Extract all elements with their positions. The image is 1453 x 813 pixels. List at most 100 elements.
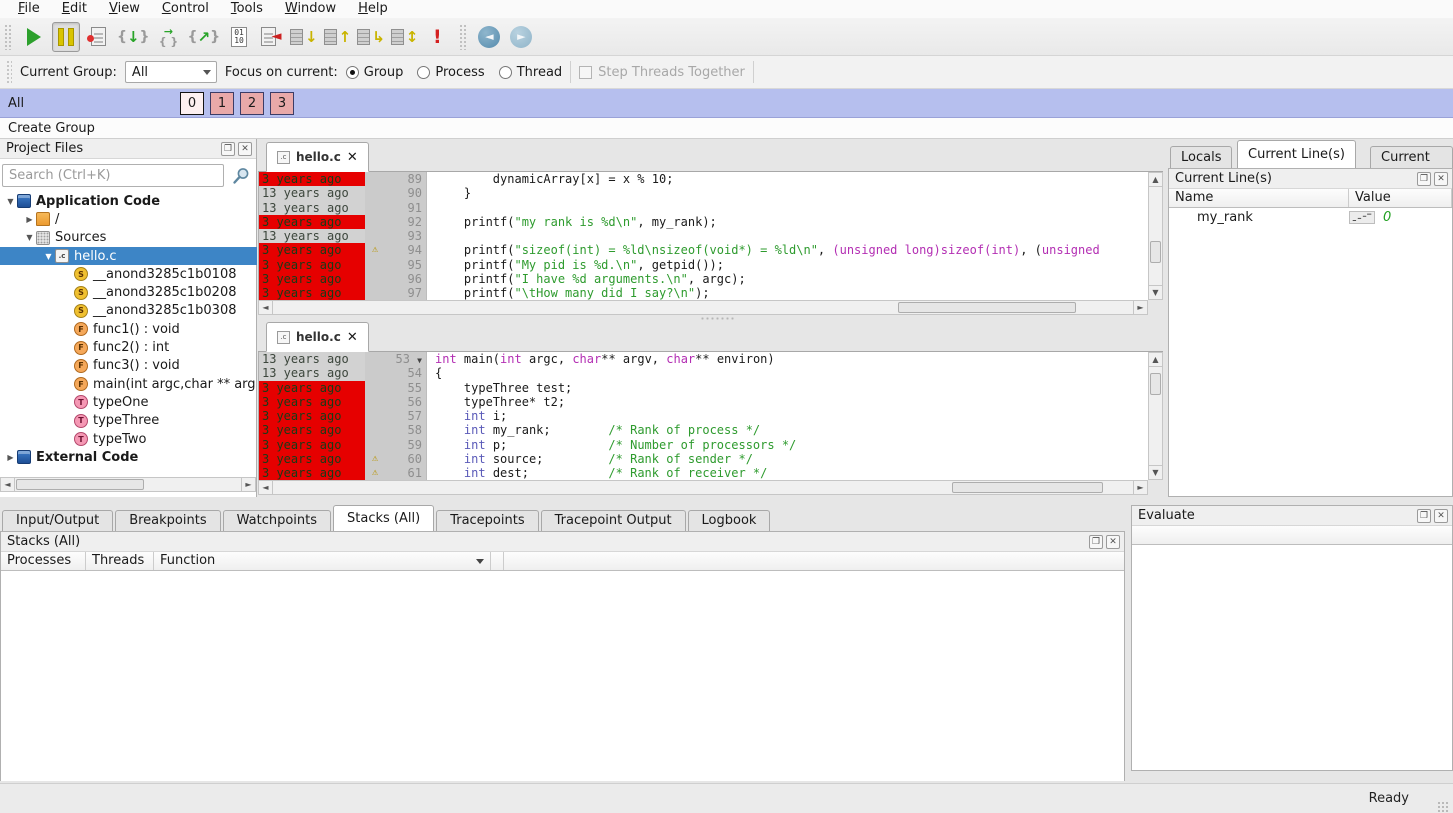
back-button[interactable]: ◄ — [475, 22, 503, 52]
play-button[interactable] — [20, 22, 48, 52]
tree-item-typethree[interactable]: TtypeThree — [0, 412, 257, 430]
code-line-61[interactable]: 3 years ago⚠61 int dest; /* Rank of rece… — [259, 466, 1148, 480]
menu-control[interactable]: Control — [152, 0, 219, 18]
code-line-54[interactable]: 13 years ago54{ — [259, 366, 1148, 380]
code-line-95[interactable]: 3 years ago95 printf("My pid is %d.\n", … — [259, 258, 1148, 272]
variable-row-my_rank[interactable]: my_rank0 — [1169, 208, 1452, 227]
menu-help[interactable]: Help — [348, 0, 398, 18]
scrollbar-thumb[interactable] — [1150, 373, 1161, 395]
menu-view[interactable]: View — [99, 0, 150, 18]
chevron-collapsed-icon[interactable]: ▶ — [23, 215, 36, 224]
code-line-94[interactable]: 3 years ago⚠94 printf("sizeof(int) = %ld… — [259, 243, 1148, 257]
chevron-expanded-icon[interactable]: ▼ — [42, 252, 55, 261]
tab-input-output[interactable]: Input/Output — [2, 510, 113, 531]
chevron-expanded-icon[interactable]: ▼ — [23, 233, 36, 242]
tab-current-line-s-[interactable]: Current Line(s) — [1237, 140, 1356, 168]
code-line-97[interactable]: 3 years ago97 printf("\tHow many did I s… — [259, 286, 1148, 300]
radio-group[interactable]: Group — [346, 65, 404, 80]
toggle-disassembly-button[interactable]: 0110 — [225, 22, 253, 52]
align-stacks-button[interactable]: ↕ — [390, 22, 420, 52]
chevron-expanded-icon[interactable]: ▼ — [4, 197, 17, 206]
menu-tools[interactable]: Tools — [221, 0, 273, 18]
tree-item--anond3285c1b0308[interactable]: S__anond3285c1b0308 — [0, 302, 257, 320]
column-header-name[interactable]: Name — [1169, 189, 1349, 207]
editor-vertical-scrollbar[interactable]: ▲ ▼ — [1148, 352, 1163, 480]
tree-item-func3-void[interactable]: Ffunc3() : void — [0, 357, 257, 375]
column-filter-icon[interactable] — [476, 559, 484, 564]
resize-grip[interactable] — [1437, 801, 1449, 813]
tab-watchpoints[interactable]: Watchpoints — [223, 510, 331, 531]
tab-tracepoint-output[interactable]: Tracepoint Output — [541, 510, 686, 531]
code-line-90[interactable]: 13 years ago90 } — [259, 186, 1148, 200]
tab-hello-c[interactable]: .c hello.c ✕ — [266, 142, 369, 172]
step-out-button[interactable]: {↗} — [187, 22, 222, 52]
editor-horizontal-scrollbar[interactable]: ◄ ► — [258, 300, 1148, 315]
tree-item-hello-c[interactable]: ▼.chello.c — [0, 247, 257, 265]
code-line-92[interactable]: 3 years ago92 printf("my rank is %d\n", … — [259, 215, 1148, 229]
process-box-0[interactable]: 0 — [180, 92, 204, 115]
tab-locals[interactable]: Locals — [1170, 146, 1232, 168]
search-icon[interactable] — [231, 166, 251, 186]
tree-item-application-code[interactable]: ▼Application Code — [0, 192, 257, 210]
scrollbar-thumb[interactable] — [898, 302, 1076, 313]
column-header-function[interactable]: Function — [154, 552, 491, 570]
process-box-2[interactable]: 2 — [240, 92, 264, 115]
close-panel-icon[interactable]: ✕ — [1434, 509, 1448, 523]
scroll-right-icon[interactable]: ► — [241, 478, 255, 491]
code-line-55[interactable]: 3 years ago55 typeThree test; — [259, 381, 1148, 395]
float-panel-icon[interactable]: ❐ — [1417, 172, 1431, 186]
scroll-left-icon[interactable]: ◄ — [1, 478, 15, 491]
code-line-60[interactable]: 3 years ago⚠60 int source; /* Rank of se… — [259, 452, 1148, 466]
close-panel-icon[interactable]: ✕ — [1434, 172, 1448, 186]
menu-edit[interactable]: Edit — [52, 0, 97, 18]
scroll-right-icon[interactable]: ► — [1133, 301, 1147, 314]
pause-button[interactable] — [52, 22, 80, 52]
code-line-58[interactable]: 3 years ago58 int my_rank; /* Rank of pr… — [259, 423, 1148, 437]
column-header-threads[interactable]: Threads — [86, 552, 154, 570]
code-line-59[interactable]: 3 years ago59 int p; /* Number of proces… — [259, 438, 1148, 452]
float-panel-icon[interactable]: ❐ — [221, 142, 235, 156]
scroll-down-icon[interactable]: ▼ — [1149, 465, 1162, 479]
float-panel-icon[interactable]: ❐ — [1089, 535, 1103, 549]
tree-item-sources[interactable]: ▼Sources — [0, 229, 257, 247]
tree-item-typeone[interactable]: TtypeOne — [0, 393, 257, 411]
code-line-53[interactable]: 13 years ago53 ▼int main(int argc, char*… — [259, 352, 1148, 366]
tree-horizontal-scrollbar[interactable]: ◄ ► — [0, 477, 256, 492]
code-line-91[interactable]: 13 years ago91 — [259, 201, 1148, 215]
up-stack-frame-button[interactable]: ↑ — [323, 22, 353, 52]
scroll-up-icon[interactable]: ▲ — [1149, 173, 1162, 187]
code-line-93[interactable]: 13 years ago93 — [259, 229, 1148, 243]
scroll-left-icon[interactable]: ◄ — [259, 481, 273, 494]
forward-button[interactable]: ► — [507, 22, 535, 52]
down-stack-frame-button[interactable]: ↓ — [289, 22, 319, 52]
create-group-button[interactable]: Create Group — [0, 118, 1453, 139]
tab-hello-c[interactable]: .c hello.c ✕ — [266, 322, 369, 352]
tree-item--[interactable]: ▶/ — [0, 210, 257, 228]
group-row-all[interactable]: All 0123 — [0, 89, 1453, 118]
column-header-processes[interactable]: Processes — [1, 552, 86, 570]
step-threads-together-checkbox[interactable]: Step Threads Together — [579, 65, 745, 80]
scrollbar-thumb[interactable] — [1150, 241, 1161, 263]
scroll-down-icon[interactable]: ▼ — [1149, 285, 1162, 299]
radio-thread[interactable]: Thread — [499, 65, 562, 80]
step-over-button[interactable]: →{ } — [155, 22, 183, 52]
tab-current-stack[interactable]: Current Stack — [1370, 146, 1453, 168]
close-tab-icon[interactable]: ✕ — [347, 150, 358, 165]
process-box-3[interactable]: 3 — [270, 92, 294, 115]
close-panel-icon[interactable]: ✕ — [238, 142, 252, 156]
code-line-56[interactable]: 3 years ago56 typeThree* t2; — [259, 395, 1148, 409]
tab-tracepoints[interactable]: Tracepoints — [436, 510, 538, 531]
scroll-up-icon[interactable]: ▲ — [1149, 353, 1162, 367]
code-line-96[interactable]: 3 years ago96 printf("I have %d argument… — [259, 272, 1148, 286]
bottom-stack-frame-button[interactable]: ↳ — [356, 22, 386, 52]
close-tab-icon[interactable]: ✕ — [347, 330, 358, 345]
tree-item--anond3285c1b0108[interactable]: S__anond3285c1b0108 — [0, 265, 257, 283]
tree-item-main-int-argc-char-arg[interactable]: Fmain(int argc,char ** arg — [0, 375, 257, 393]
menu-file[interactable]: File — [8, 0, 50, 18]
radio-process[interactable]: Process — [417, 65, 484, 80]
stop-button[interactable]: ! — [423, 22, 451, 52]
scrollbar-thumb[interactable] — [16, 479, 144, 490]
search-input[interactable] — [2, 164, 224, 187]
column-header-value[interactable]: Value — [1349, 189, 1452, 207]
scrollbar-thumb[interactable] — [952, 482, 1103, 493]
